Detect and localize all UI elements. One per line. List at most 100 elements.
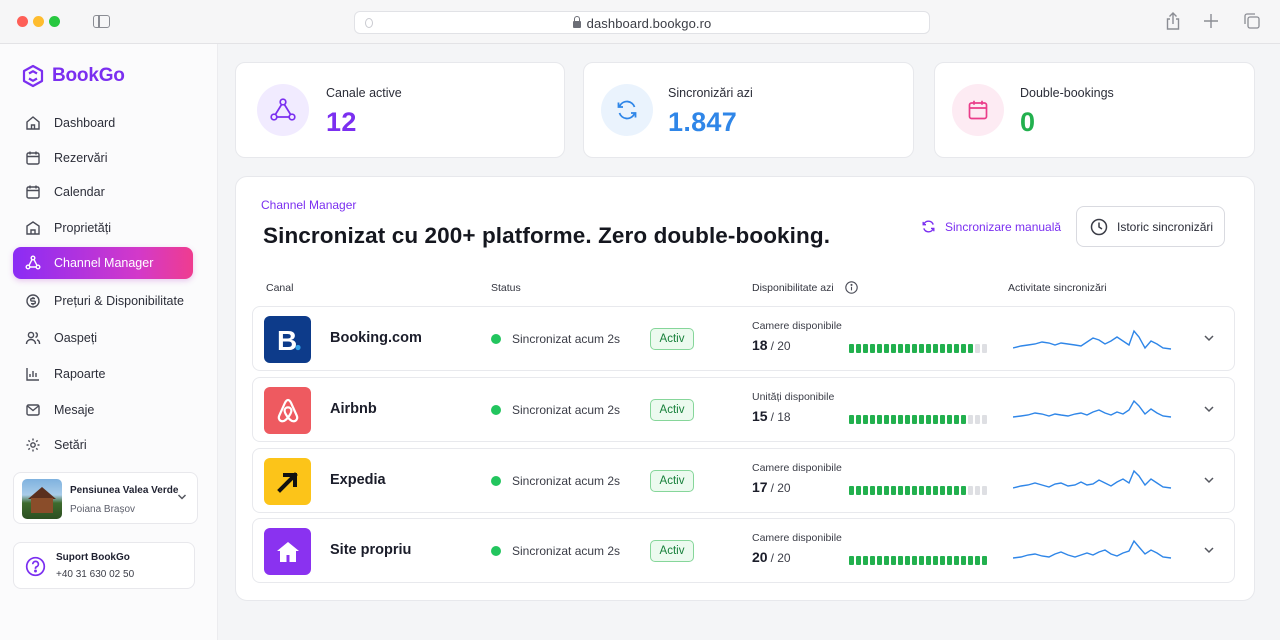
sidebar-item-oaspeti[interactable]: Oaspeți: [13, 322, 193, 354]
sidebar-item-label: Oaspeți: [54, 331, 98, 345]
sidebar-item-rapoarte[interactable]: Rapoarte: [13, 358, 193, 390]
sparkline-line: [1013, 469, 1172, 489]
availability-count: 18/ 20: [752, 337, 791, 353]
sidebar-item-rezervari[interactable]: Rezervări: [13, 142, 193, 174]
status-badge: Activ: [650, 399, 694, 421]
availability-segment: [918, 415, 925, 424]
column-header-availability: Disponibilitate azi: [752, 282, 834, 294]
sidebar-item-preturi[interactable]: Prețuri & Disponibilitate: [13, 285, 193, 317]
availability-segment: [981, 344, 988, 353]
support-phone[interactable]: +40 31 630 02 50: [56, 569, 134, 580]
sidebar-item-proprietati[interactable]: Proprietăți: [13, 212, 193, 244]
availability-segment: [869, 415, 876, 424]
tabs-overview-icon[interactable]: [1244, 13, 1260, 29]
close-window-button[interactable]: [17, 16, 28, 27]
airbnb-logo-icon: [264, 387, 311, 434]
column-header-activity: Activitate sincronizări: [1008, 282, 1107, 294]
availability-segment: [946, 344, 953, 353]
availability-segment: [849, 344, 855, 353]
property-switcher[interactable]: Pensiunea Valea Verde Poiana Brașov: [13, 472, 198, 524]
availability-segment: [876, 556, 883, 565]
availability-segment: [946, 415, 953, 424]
sidebar-item-label: Rezervări: [54, 151, 108, 165]
sidebar-item-dashboard[interactable]: Dashboard: [13, 107, 193, 139]
status-text: Sincronizat acum 2s: [512, 474, 621, 488]
status-dot: [491, 546, 501, 556]
availability-segment: [862, 556, 869, 565]
chevron-down-icon: [177, 494, 187, 500]
availability-segment: [911, 486, 918, 495]
availability-segment: [849, 415, 855, 424]
availability-segment: [925, 556, 932, 565]
address-bar[interactable]: dashboard.bookgo.ro: [354, 11, 930, 34]
availability-segment: [862, 344, 869, 353]
sync-history-button[interactable]: Istoric sincronizări: [1076, 206, 1225, 247]
property-thumbnail: [22, 479, 62, 519]
sync-activity-sparkline: [1013, 329, 1172, 350]
bookgo-logo-icon: [22, 64, 44, 88]
availability-segment: [897, 486, 904, 495]
manual-sync-label: Sincronizare manuală: [945, 219, 1062, 234]
availability-segment: [939, 556, 946, 565]
availability-segment: [883, 556, 890, 565]
new-tab-icon[interactable]: [1204, 14, 1218, 28]
sidebar-item-channel-manager[interactable]: Channel Manager: [13, 247, 193, 279]
stat-card-double-bookings: Double-bookings 0: [934, 62, 1255, 158]
sidebar-item-calendar[interactable]: Calendar: [13, 176, 193, 208]
availability-segment: [953, 556, 960, 565]
status-dot: [491, 476, 501, 486]
support-card[interactable]: Suport BookGo +40 31 630 02 50: [13, 542, 195, 589]
sidebar-item-mesaje[interactable]: Mesaje: [13, 394, 193, 426]
table-row[interactable]: Site propriu Sincronizat acum 2s Activ C…: [252, 518, 1235, 583]
total-count: / 20: [770, 339, 791, 353]
sparkline-line: [1013, 329, 1172, 350]
share-icon[interactable]: [1165, 12, 1181, 30]
stat-card-syncs-today: Sincronizări azi 1.847: [583, 62, 914, 158]
maximize-window-button[interactable]: [49, 16, 60, 27]
table-row[interactable]: Airbnb Sincronizat acum 2s Activ Unități…: [252, 377, 1235, 442]
brand[interactable]: BookGo: [22, 64, 125, 88]
sidebar-item-label: Setări: [54, 438, 87, 452]
availability-label: Camere disponibile: [752, 320, 842, 332]
section-eyebrow: Channel Manager: [261, 198, 357, 212]
manual-sync-button[interactable]: Sincronizare manuală: [921, 219, 1061, 234]
info-icon[interactable]: [845, 281, 858, 294]
chevron-down-icon[interactable]: [1203, 404, 1215, 414]
availability-segment: [918, 344, 925, 353]
availability-segment: [960, 344, 967, 353]
price-tag-icon: [26, 294, 40, 308]
availability-count: 20/ 20: [752, 549, 791, 565]
total-count: / 20: [770, 551, 791, 565]
availability-segment: [855, 556, 862, 565]
table-row[interactable]: Expedia Sincronizat acum 2s Activ Camere…: [252, 448, 1235, 513]
availability-segment: [932, 486, 939, 495]
minimize-window-button[interactable]: [33, 16, 44, 27]
availability-segment: [967, 486, 974, 495]
total-count: / 20: [770, 481, 791, 495]
availability-segment: [911, 556, 918, 565]
share-nodes-icon: [25, 255, 41, 270]
availability-bar: [849, 486, 988, 495]
availability-label: Unități disponibile: [752, 391, 835, 403]
availability-segment: [967, 556, 974, 565]
availability-segment: [883, 486, 890, 495]
available-count: 18: [752, 337, 768, 353]
sidebar-toggle-icon[interactable]: [93, 15, 110, 28]
available-count: 15: [752, 408, 768, 424]
availability-segment: [904, 556, 911, 565]
chevron-down-icon[interactable]: [1203, 333, 1215, 343]
stat-card-active-channels: Canale active 12: [235, 62, 565, 158]
gear-icon: [26, 438, 40, 452]
sidebar-item-setari[interactable]: Setări: [13, 429, 193, 461]
support-title: Suport BookGo: [56, 552, 130, 563]
channel-name: Expedia: [330, 472, 386, 488]
available-count: 20: [752, 549, 768, 565]
table-row[interactable]: B Booking.com Sincronizat acum 2s Activ …: [252, 306, 1235, 371]
availability-segment: [981, 486, 988, 495]
calendar-grid-icon: [26, 185, 40, 199]
channel-name: Airbnb: [330, 401, 377, 417]
chevron-down-icon[interactable]: [1203, 545, 1215, 555]
availability-bar: [849, 344, 988, 353]
availability-count: 15/ 18: [752, 408, 791, 424]
chevron-down-icon[interactable]: [1203, 475, 1215, 485]
